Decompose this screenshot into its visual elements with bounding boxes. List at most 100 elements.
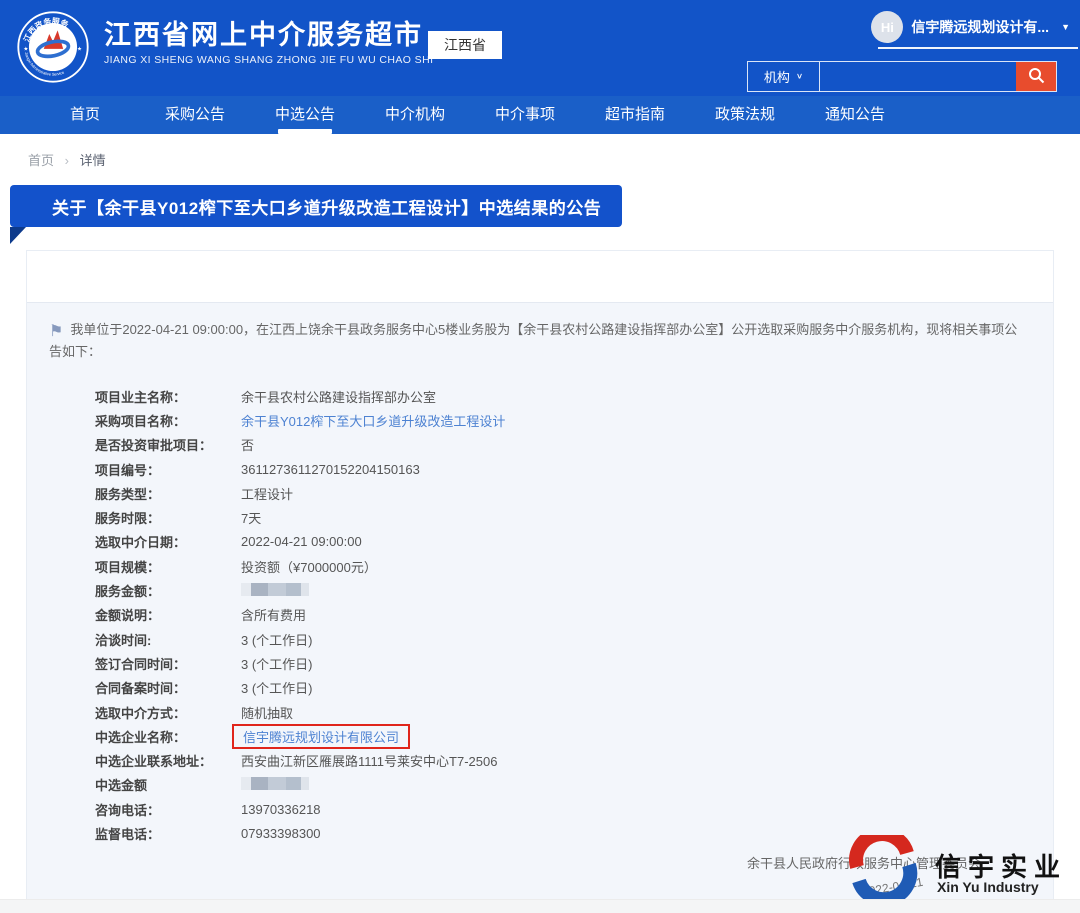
breadcrumb-current: 详情 <box>80 153 106 168</box>
field-row: 选取中介日期：2022-04-21 09:00:00 <box>95 530 1053 554</box>
user-menu[interactable]: Hi 信宇腾远规划设计有... ▼ <box>871 11 1070 43</box>
nav-item-intermediary-agencies[interactable]: 中介机构 <box>360 96 470 134</box>
site-logo-icon: 江西政务服务 Jiangxi Administrative Service ★ … <box>16 10 90 84</box>
nav-item-market-guide[interactable]: 超市指南 <box>580 96 690 134</box>
field-row: 选取中介方式：随机抽取 <box>95 700 1053 724</box>
announcement-intro: ⚑我单位于2022-04-21 09:00:00，在江西上饶余干县政务服务中心5… <box>27 303 1053 362</box>
field-label: 洽谈时间: <box>95 630 241 649</box>
field-label: 咨询电话： <box>95 800 241 819</box>
nav-item-procurement-notices[interactable]: 采购公告 <box>140 96 250 134</box>
field-label: 采购项目名称： <box>95 411 241 430</box>
field-row: 是否投资审批项目：否 <box>95 433 1053 457</box>
site-title-block: 江西省网上中介服务超市 JIANG XI SHENG WANG SHANG ZH… <box>104 20 433 66</box>
chevron-down-icon: ∨ <box>796 72 803 81</box>
svg-text:★: ★ <box>23 46 28 53</box>
nav-item-policies-regulations[interactable]: 政策法规 <box>690 96 800 134</box>
field-row: 金额说明：含所有费用 <box>95 603 1053 627</box>
nav-item-home[interactable]: 首页 <box>30 96 140 134</box>
field-value: 余干县农村公路建设指挥部办公室 <box>241 387 436 406</box>
breadcrumb-home[interactable]: 首页 <box>28 153 54 168</box>
breadcrumb-separator: › <box>65 153 69 168</box>
field-label: 中选金额 <box>95 775 241 794</box>
announcement-intro-text: 我单位于2022-04-21 09:00:00，在江西上饶余干县政务服务中心5楼… <box>49 322 1017 359</box>
field-value: 3 (个工作日) <box>241 630 313 649</box>
field-value: 13970336218 <box>241 802 321 817</box>
redacted-value <box>241 583 309 596</box>
field-value: 3 (个工作日) <box>241 654 313 673</box>
page: 江西政务服务 Jiangxi Administrative Service ★ … <box>0 0 1080 913</box>
field-label: 中选企业联系地址： <box>95 751 241 770</box>
field-value: 07933398300 <box>241 826 321 841</box>
search-category-label: 机构 <box>764 67 790 86</box>
panel-header-spacer <box>27 251 1053 303</box>
chevron-down-icon: ▼ <box>1061 22 1070 32</box>
field-label: 监督电话： <box>95 824 241 843</box>
field-label: 是否投资审批项目： <box>95 435 241 454</box>
field-row: 项目编号：3611273611270152204150163 <box>95 457 1053 481</box>
banner-fold-decoration <box>10 227 26 244</box>
nav-item-intermediary-matters[interactable]: 中介事项 <box>470 96 580 134</box>
field-value: 工程设计 <box>241 484 293 503</box>
field-row: 合同备案时间：3 (个工作日) <box>95 676 1053 700</box>
field-label: 项目业主名称： <box>95 387 241 406</box>
field-value: 3611273611270152204150163 <box>241 462 420 477</box>
field-value: 否 <box>241 435 254 454</box>
field-value-link[interactable]: 余干县Y012榨下至大口乡道升级改造工程设计 <box>241 411 505 430</box>
redacted-value <box>241 777 309 790</box>
field-label: 项目编号： <box>95 460 241 479</box>
field-row: 签订合同时间：3 (个工作日) <box>95 651 1053 675</box>
watermark-name-en: Xin Yu Industry <box>937 879 1039 895</box>
xinyu-logo-icon <box>845 835 925 904</box>
announcement-title-banner: 关于【余干县Y012榨下至大口乡道升级改造工程设计】中选结果的公告 <box>10 185 622 227</box>
field-label: 金额说明： <box>95 605 241 624</box>
field-value: 2022-04-21 09:00:00 <box>241 534 362 549</box>
field-value: 含所有费用 <box>241 605 306 624</box>
field-row: 服务金额： <box>95 578 1053 602</box>
announcement-fields: 项目业主名称：余干县农村公路建设指挥部办公室采购项目名称：余干县Y012榨下至大… <box>27 384 1053 846</box>
nav-item-selection-notices[interactable]: 中选公告 <box>250 96 360 134</box>
search-icon <box>1028 67 1045 87</box>
announcement-title: 关于【余干县Y012榨下至大口乡道升级改造工程设计】中选结果的公告 <box>52 194 601 219</box>
breadcrumb: 首页 › 详情 <box>28 150 106 169</box>
field-label: 选取中介日期： <box>95 532 241 551</box>
field-label: 服务金额： <box>95 581 241 600</box>
field-row: 采购项目名称：余干县Y012榨下至大口乡道升级改造工程设计 <box>95 408 1053 432</box>
announcement-panel: ⚑我单位于2022-04-21 09:00:00，在江西上饶余干县政务服务中心5… <box>26 250 1054 899</box>
highlight-annotation-box: 信宇腾远规划设计有限公司 <box>232 724 410 749</box>
site-subtitle: JIANG XI SHENG WANG SHANG ZHONG JIE FU W… <box>104 54 433 66</box>
field-row: 洽谈时间:3 (个工作日) <box>95 627 1053 651</box>
field-value: 西安曲江新区雁展路1111号莱安中心T7-2506 <box>241 751 497 770</box>
search-button[interactable] <box>1016 62 1056 91</box>
nav-item-announcements[interactable]: 通知公告 <box>800 96 910 134</box>
field-label: 服务时限： <box>95 508 241 527</box>
field-label: 选取中介方式： <box>95 703 241 722</box>
field-label: 中选企业名称： <box>95 727 241 746</box>
site-header: 江西政务服务 Jiangxi Administrative Service ★ … <box>0 0 1080 96</box>
field-value <box>241 583 309 599</box>
field-row: 中选企业联系地址：西安曲江新区雁展路1111号莱安中心T7-2506 <box>95 748 1053 772</box>
main-nav: 首页采购公告中选公告中介机构中介事项超市指南政策法规通知公告 <box>0 96 1080 134</box>
field-value: 信宇腾远规划设计有限公司 <box>241 724 410 749</box>
field-row: 项目规模：投资额（¥7000000元） <box>95 554 1053 578</box>
field-row: 服务时限：7天 <box>95 505 1053 529</box>
field-value <box>241 777 309 793</box>
field-row: 项目业主名称：余干县农村公路建设指挥部办公室 <box>95 384 1053 408</box>
company-watermark: 信宇实业 Xin Yu Industry <box>817 839 1080 907</box>
field-label: 签订合同时间： <box>95 654 241 673</box>
avatar: Hi <box>871 11 903 43</box>
field-row: 服务类型：工程设计 <box>95 481 1053 505</box>
region-badge[interactable]: 江西省 <box>428 31 502 59</box>
field-value: 投资额（¥7000000元） <box>241 557 377 576</box>
user-underline <box>878 47 1078 49</box>
search-category-select[interactable]: 机构 ∨ <box>748 62 820 91</box>
field-row: 中选企业名称：信宇腾远规划设计有限公司 <box>95 724 1053 748</box>
field-value: 7天 <box>241 508 261 527</box>
flag-icon: ⚑ <box>49 323 63 340</box>
field-label: 合同备案时间： <box>95 678 241 697</box>
field-value: 3 (个工作日) <box>241 678 313 697</box>
site-title: 江西省网上中介服务超市 <box>104 20 433 51</box>
selected-company-link[interactable]: 信宇腾远规划设计有限公司 <box>243 730 399 745</box>
user-name: 信宇腾远规划设计有... <box>911 17 1049 37</box>
search-input[interactable] <box>820 62 1016 91</box>
field-row: 中选金额 <box>95 773 1053 797</box>
